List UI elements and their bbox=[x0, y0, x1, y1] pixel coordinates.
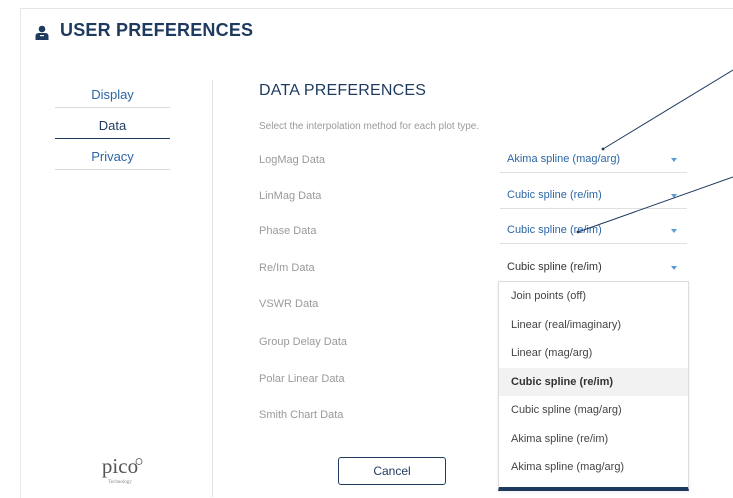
annotation-lines bbox=[576, 69, 733, 234]
